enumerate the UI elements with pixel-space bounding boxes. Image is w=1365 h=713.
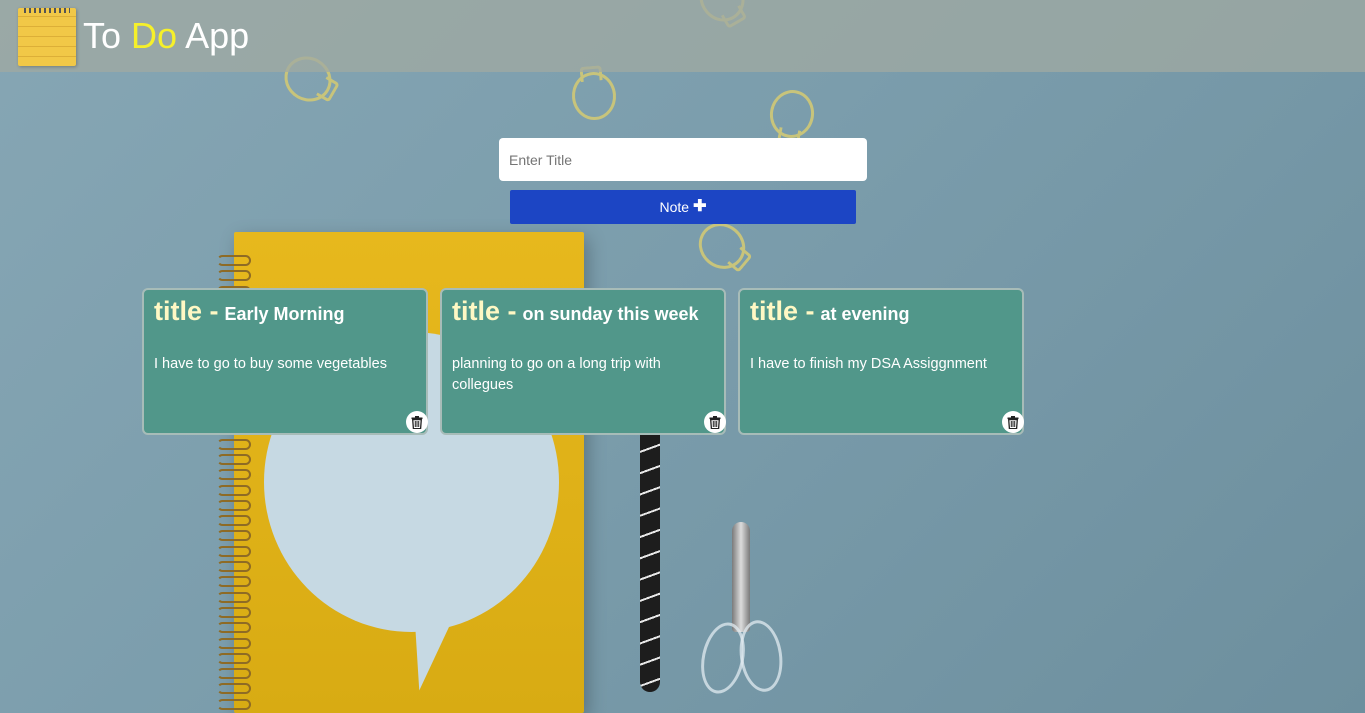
notebook-ring [217,484,251,496]
background-pencil [640,420,660,692]
title-input[interactable] [499,138,867,181]
add-note-label: Note [659,199,690,215]
trash-icon [1007,415,1019,429]
note-card: title - at evening I have to finish my D… [738,288,1024,435]
delete-note-button[interactable] [704,411,726,433]
scissors-handle [694,618,752,698]
note-title: on sunday this week [522,304,699,324]
delete-note-button[interactable] [1002,411,1024,433]
app-header: To Do App [0,0,1365,72]
notebook-ring [217,499,251,511]
lightbulb-clip-icon [569,70,619,122]
notebook-ring [217,545,251,557]
plus-icon: ✚ [693,198,707,215]
note-body: I have to finish my DSA Assiggnment [750,356,987,372]
notebook-ring [217,530,251,542]
notebook-ring [217,622,251,634]
note-title: Early Morning [224,304,345,324]
notebook-ring [217,606,251,618]
note-card: title - Early Morning I have to go to bu… [142,288,428,435]
note-title: at evening [820,304,910,324]
background-scissors [732,522,750,632]
lightbulb-clip-icon [766,86,818,142]
notebook-ring [217,515,251,527]
notes-list: title - Early Morning I have to go to bu… [142,288,1142,438]
app-title-part: To [83,15,132,56]
notebook-ring [217,683,251,695]
app-title: To Do App [83,15,249,57]
notebook-ring [217,561,251,572]
note-body: I have to go to buy some vegetables [154,356,387,372]
notebook-ring [217,469,251,481]
app-title-part: App [177,15,250,56]
note-title-prefix: title - [750,296,815,326]
note-body: planning to go on a long trip with colle… [452,356,661,393]
note-title-prefix: title - [154,296,219,326]
note-card: title - on sunday this week planning to … [440,288,726,435]
notebook-ring [217,576,251,588]
notebook-ring [217,438,251,450]
notebook-ring [217,591,251,603]
app-title-accent: Do [131,15,178,56]
trash-icon [411,415,423,429]
notebook-ring [217,698,251,710]
notebook-ring [217,270,251,282]
notebook-ring [217,637,251,649]
notebook-ring [217,652,251,664]
notebook-ring [217,255,251,266]
note-heading: title - Early Morning [154,296,416,332]
note-title-prefix: title - [452,296,517,326]
scissors-handle [735,617,787,695]
add-note-button[interactable]: Note ✚ [510,190,856,224]
trash-icon [709,415,721,429]
note-heading: title - on sunday this week [452,296,714,332]
notepad-icon [18,8,76,66]
delete-note-button[interactable] [406,411,428,433]
notebook-ring [217,668,251,680]
notebook-ring [217,453,251,465]
note-heading: title - at evening [750,296,1012,332]
